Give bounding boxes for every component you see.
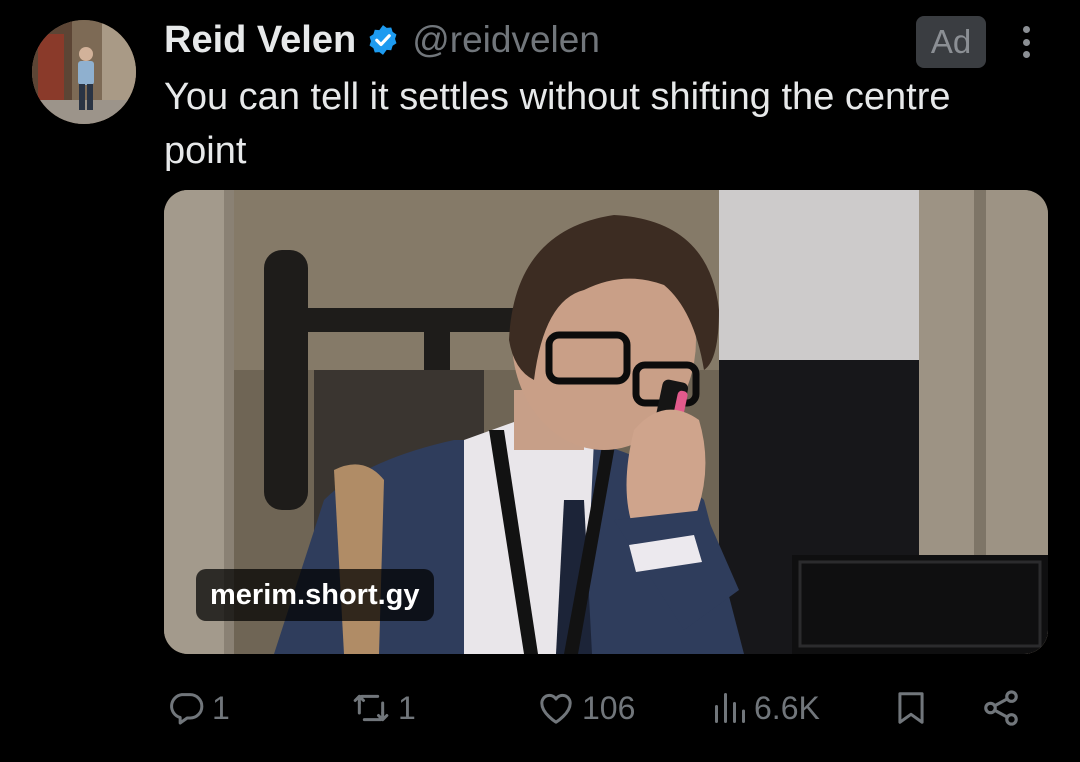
bookmark-button[interactable] bbox=[892, 680, 930, 736]
heart-icon bbox=[536, 688, 576, 728]
action-bar: 1 1 106 6.6K bbox=[0, 680, 1080, 736]
display-name[interactable]: Reid Velen bbox=[164, 19, 356, 62]
verified-badge-icon bbox=[366, 23, 400, 57]
tweet-text: You can tell it settles without shifting… bbox=[164, 76, 951, 172]
retweet-button[interactable]: 1 bbox=[350, 680, 416, 736]
tweet-card[interactable]: Reid Velen @reidvelen Ad You can tell it… bbox=[0, 0, 1080, 762]
reply-icon bbox=[166, 688, 206, 728]
link-domain-label[interactable]: merim.short.gy bbox=[196, 569, 434, 621]
share-button[interactable] bbox=[980, 680, 1022, 736]
user-handle[interactable]: @reidvelen bbox=[412, 19, 600, 61]
like-button[interactable]: 106 bbox=[536, 680, 635, 736]
more-options-icon[interactable] bbox=[1012, 22, 1040, 62]
retweet-count: 1 bbox=[398, 689, 416, 726]
retweet-icon bbox=[350, 688, 392, 728]
views-button[interactable]: 6.6K bbox=[712, 680, 820, 736]
share-icon bbox=[980, 687, 1022, 729]
avatar[interactable] bbox=[32, 20, 136, 124]
like-count: 106 bbox=[582, 689, 636, 726]
bookmark-icon bbox=[892, 688, 930, 728]
views-icon bbox=[712, 688, 748, 728]
tweet-header: Reid Velen @reidvelen bbox=[164, 14, 600, 66]
views-count: 6.6K bbox=[754, 689, 820, 726]
reply-count: 1 bbox=[212, 689, 230, 726]
reply-button[interactable]: 1 bbox=[166, 680, 230, 736]
ad-badge: Ad bbox=[916, 16, 986, 68]
